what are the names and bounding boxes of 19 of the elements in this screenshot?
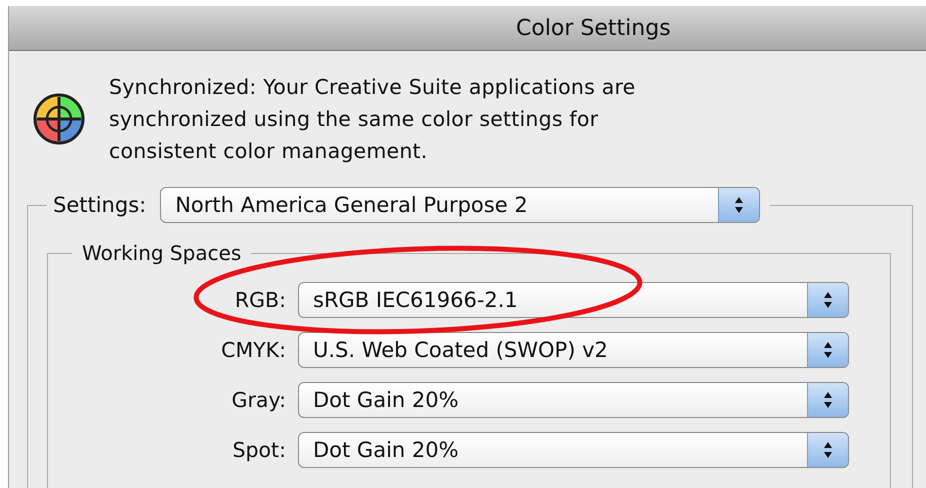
field-label: Gray: xyxy=(230,388,286,412)
stepper-icon xyxy=(807,433,848,467)
dropdown[interactable]: Dot Gain 20% xyxy=(298,382,849,418)
dropdown[interactable]: Dot Gain 20% xyxy=(298,432,849,468)
color-wheel-icon xyxy=(31,91,87,147)
dropdown[interactable]: North America General Purpose 2 xyxy=(160,187,760,223)
sync-message: Synchronized: Your Creative Suite applications are synchronized using the same color settings for consistent color management. xyxy=(109,74,636,165)
stepper-icon xyxy=(807,283,848,317)
stepper-icon xyxy=(807,333,848,367)
settings-label: Settings: xyxy=(52,193,148,217)
dropdown[interactable]: U.S. Web Coated (SWOP) v2 xyxy=(298,332,849,368)
group-title: Working Spaces xyxy=(82,241,242,265)
stepper-icon xyxy=(807,383,848,417)
field-label: Spot: xyxy=(231,438,286,462)
dropdown[interactable]: sRGB IEC61966-2.1 xyxy=(298,282,849,318)
field-label: CMYK: xyxy=(220,338,286,362)
field-label: RGB: xyxy=(234,288,286,312)
window-title: Color Settings xyxy=(516,16,671,40)
stepper-icon xyxy=(718,188,760,222)
